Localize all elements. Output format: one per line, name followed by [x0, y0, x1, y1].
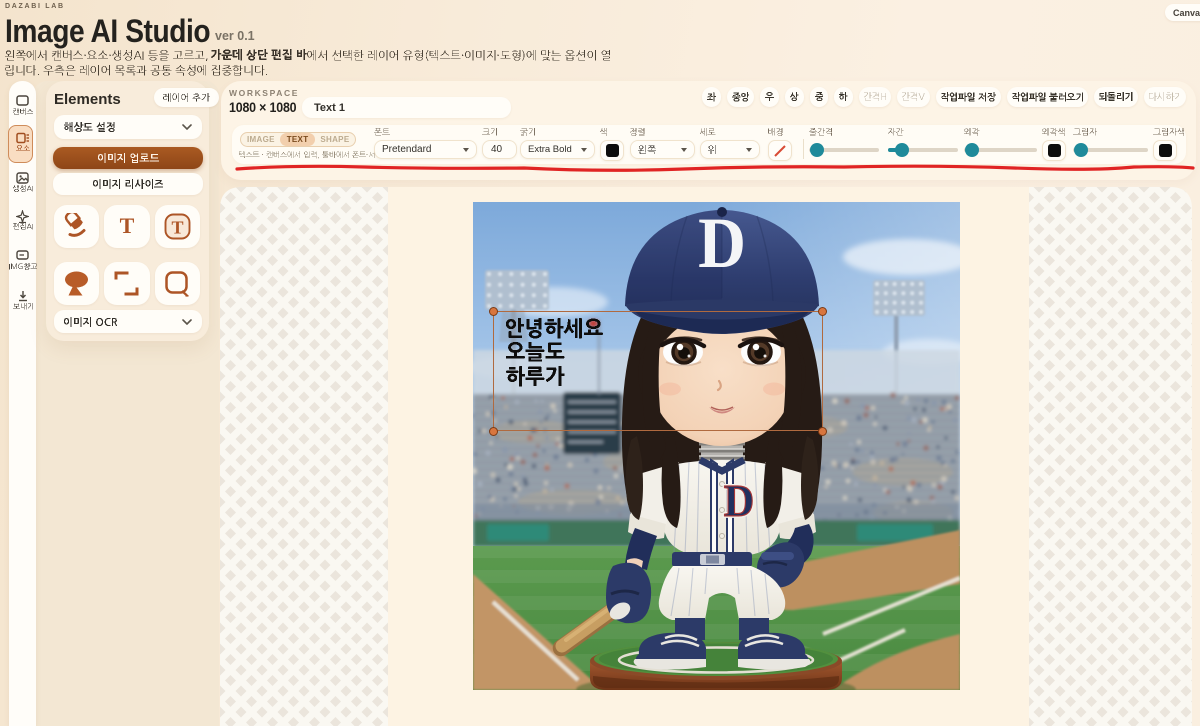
svg-text:D: D: [724, 475, 755, 526]
svg-text:T: T: [119, 214, 134, 238]
svg-text:D: D: [698, 202, 746, 282]
svg-text:T: T: [171, 217, 183, 237]
